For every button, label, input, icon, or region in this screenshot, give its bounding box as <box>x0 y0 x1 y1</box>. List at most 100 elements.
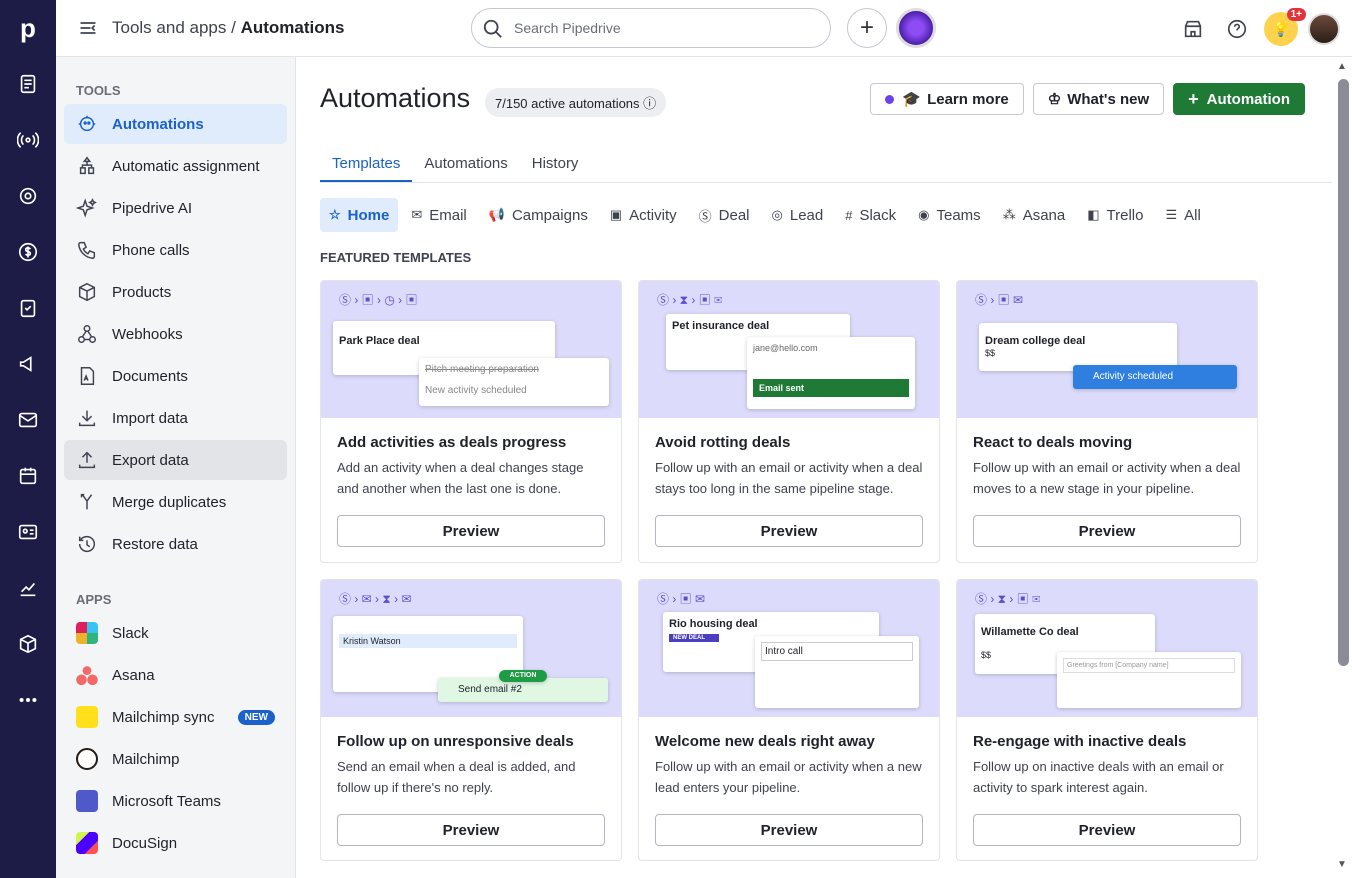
category-campaigns[interactable]: 📢 Campaigns <box>480 198 597 232</box>
marketplace-icon[interactable] <box>1176 12 1210 46</box>
category-asana[interactable]: ⁂ Asana <box>994 198 1075 232</box>
whats-new-button[interactable]: ♔ What's new <box>1032 83 1165 115</box>
sidebar-item-products[interactable]: Products <box>64 272 287 312</box>
quick-add-button[interactable]: + <box>847 8 887 48</box>
sidebar-item-mailchimp-sync[interactable]: Mailchimp sync NEW <box>64 697 287 737</box>
avatar[interactable] <box>1308 13 1340 45</box>
contacts-icon[interactable] <box>0 504 56 560</box>
list-icon: ☰ <box>1165 207 1178 222</box>
sidebar-item-documents[interactable]: Documents <box>64 356 287 396</box>
breadcrumb-parent[interactable]: Tools and apps <box>112 18 226 37</box>
more-icon[interactable] <box>0 672 56 728</box>
mailchimp-sync-icon <box>76 706 98 728</box>
page-title: Automations <box>320 83 471 113</box>
add-automation-button[interactable]: + Automation <box>1173 83 1305 115</box>
products-icon[interactable] <box>0 616 56 672</box>
tips-bulb-icon[interactable]: 💡 1+ <box>1264 8 1306 46</box>
info-icon[interactable]: ⓘ <box>643 96 656 111</box>
tab-templates[interactable]: Templates <box>320 145 413 182</box>
template-card[interactable]: Ⓢ › ▣ ✉ Rio housing deal NEW DEAL Intro c… <box>638 579 940 861</box>
sidebar-item-mailchimp[interactable]: Mailchimp <box>64 739 287 779</box>
sidebar-item-merge-duplicates[interactable]: Merge duplicates <box>64 482 287 522</box>
ai-assistant-button[interactable] <box>896 8 936 48</box>
sidebar-item-docusign[interactable]: DocuSign <box>64 823 287 863</box>
webhook-icon <box>78 325 96 343</box>
scroll-down-icon[interactable]: ▼ <box>1337 859 1347 870</box>
category-teams[interactable]: ◉ Teams <box>909 198 990 232</box>
tab-automations[interactable]: Automations <box>412 145 519 182</box>
sidebar-item-restore-data[interactable]: Restore data <box>64 524 287 564</box>
dot-icon <box>885 94 895 104</box>
export-icon <box>78 451 96 469</box>
preview-button[interactable]: Preview <box>337 515 605 547</box>
pipedrive-logo[interactable]: p <box>0 0 56 56</box>
box-icon <box>78 282 96 302</box>
target-icon[interactable] <box>0 168 56 224</box>
help-icon[interactable] <box>1220 12 1254 46</box>
sidebar-item-webhooks[interactable]: Webhooks <box>64 314 287 354</box>
top-bar: Tools and apps / Automations Search Pipe… <box>56 0 1352 57</box>
trello-icon: ◧ <box>1087 207 1100 222</box>
document-icon <box>80 367 95 385</box>
category-deal[interactable]: Ⓢ Deal <box>690 198 759 232</box>
tab-history[interactable]: History <box>520 145 591 182</box>
megaphone-icon: 📢 <box>488 207 505 222</box>
category-activity[interactable]: ▣ Activity <box>601 198 686 232</box>
card-description: Follow up with an email or activity when… <box>973 460 1241 496</box>
sidebar-item-asana[interactable]: Asana <box>64 655 287 695</box>
preview-button[interactable]: Preview <box>337 814 605 846</box>
deals-icon[interactable] <box>0 224 56 280</box>
broadcast-icon[interactable] <box>0 112 56 168</box>
action-label: ACTION <box>499 670 547 682</box>
sidebar-item-automations[interactable]: Automations <box>64 104 287 144</box>
scrollbar[interactable]: ▲ ▼ <box>1332 57 1352 878</box>
preview-button[interactable]: Preview <box>655 515 923 547</box>
sidebar-item-export-data[interactable]: Export data <box>64 440 287 480</box>
scrollbar-thumb[interactable] <box>1338 79 1349 666</box>
campaigns-icon[interactable] <box>0 336 56 392</box>
template-illustration: Ⓢ › ▣ ✉ Rio housing deal NEW DEAL Intro c… <box>639 580 939 717</box>
leads-icon[interactable] <box>0 56 56 112</box>
assignment-icon <box>79 156 95 175</box>
mail-icon: ✉ <box>411 207 423 222</box>
template-card[interactable]: Ⓢ › ▣ ✉ Dream college deal $$ Activity sc… <box>956 280 1258 563</box>
category-lead[interactable]: ◎ Lead <box>763 198 833 232</box>
calendar-icon[interactable] <box>0 448 56 504</box>
sidebar-item-slack[interactable]: Slack <box>64 613 287 653</box>
calendar-icon: ▣ <box>609 207 623 222</box>
template-card[interactable]: Ⓢ › ▣ › ◷ › ▣ Park Place deal Pitch meet… <box>320 280 622 563</box>
sidebar-item-automatic-assignment[interactable]: Automatic assignment <box>64 146 287 186</box>
card-title: React to deals moving <box>973 434 1133 451</box>
category-home[interactable]: ☆ Home <box>320 198 399 232</box>
sidebar-item-pipedrive-ai[interactable]: Pipedrive AI <box>64 188 287 228</box>
scroll-up-icon[interactable]: ▲ <box>1337 61 1347 72</box>
category-slack[interactable]: # Slack <box>836 198 905 232</box>
intro-call-card: Intro call <box>755 636 919 708</box>
card-title: Welcome new deals right away <box>655 733 875 750</box>
workflow-steps: Ⓢ › ⧗ › ▣ ✉ <box>975 592 1041 606</box>
tasks-icon[interactable] <box>0 280 56 336</box>
preview-button[interactable]: Preview <box>973 515 1241 547</box>
category-email[interactable]: ✉ Email <box>402 198 475 232</box>
preview-button[interactable]: Preview <box>973 814 1241 846</box>
category-all[interactable]: ☰ All <box>1156 198 1209 232</box>
sidebar-item-import-data[interactable]: Import data <box>64 398 287 438</box>
template-card[interactable]: Ⓢ › ✉ › ⧗ › ✉ Kristin Watson Send email … <box>320 579 622 861</box>
learn-more-button[interactable]: 🎓 Learn more <box>870 83 1024 115</box>
template-card[interactable]: Ⓢ › ⧗ › ▣ ✉ Willamette Co deal $$ Greetin… <box>956 579 1258 861</box>
template-illustration: Ⓢ › ▣ ✉ Dream college deal $$ Activity sc… <box>957 281 1257 418</box>
template-card[interactable]: Ⓢ › ⧗ › ▣ ✉ Pet insurance deal jane@hell… <box>638 280 940 563</box>
insights-icon[interactable] <box>0 560 56 616</box>
slack-icon: # <box>845 207 853 223</box>
sidebar-item-microsoft-teams[interactable]: Microsoft Teams <box>64 781 287 821</box>
merge-icon <box>80 493 93 510</box>
sidebar-item-phone-calls[interactable]: Phone calls <box>64 230 287 270</box>
card-description: Send an email when a deal is added, and … <box>337 759 576 795</box>
search-input[interactable]: Search Pipedrive <box>471 8 831 48</box>
template-illustration: Ⓢ › ⧗ › ▣ ✉ Pet insurance deal jane@hell… <box>639 281 939 418</box>
mail-icon[interactable] <box>0 392 56 448</box>
category-trello[interactable]: ◧ Trello <box>1078 198 1152 232</box>
workflow-steps: Ⓢ › ⧗ › ▣ ✉ <box>657 293 723 307</box>
preview-button[interactable]: Preview <box>655 814 923 846</box>
collapse-menu-icon[interactable] <box>78 18 98 41</box>
